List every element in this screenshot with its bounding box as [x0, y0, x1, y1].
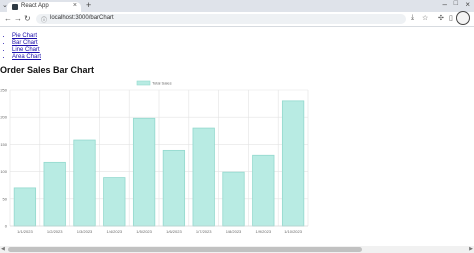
x-tick-label: 1/10/2023 [284, 229, 303, 234]
x-tick-label: 1/9/2023 [256, 229, 272, 234]
legend-label: Total Sales [152, 81, 172, 86]
x-tick-label: 1/7/2023 [196, 229, 212, 234]
x-tick-label: 1/4/2023 [107, 229, 123, 234]
download-icon[interactable]: ⤓ [411, 14, 414, 22]
bar [192, 127, 215, 227]
bar [103, 177, 126, 227]
y-tick-label: 0 [5, 224, 8, 229]
tab-title: React App [21, 3, 49, 9]
minimize-icon[interactable]: – [443, 0, 447, 9]
browser-toolbar: ← → ↻ ⓘ localhost:3000/barChart ⤓ ☆ ✣ ▯ [0, 11, 474, 27]
window-close-icon[interactable]: × [465, 0, 470, 9]
x-tick-label: 1/3/2023 [77, 229, 93, 234]
nav-link-area-chart[interactable]: Area Chart [12, 54, 41, 60]
y-tick-label: 150 [0, 142, 7, 147]
address-bar[interactable]: ⓘ localhost:3000/barChart [36, 14, 406, 24]
nav-link-pie-chart[interactable]: Pie Chart [12, 33, 37, 39]
sidebar-icon[interactable]: ▯ [449, 14, 453, 22]
nav-link-bar-chart[interactable]: Bar Chart [12, 40, 38, 46]
scroll-left-icon[interactable]: ◀ [1, 246, 5, 252]
y-tick-label: 200 [0, 115, 7, 120]
nav-item-pie-chart: Pie Chart [12, 33, 41, 40]
x-tick-label: 1/6/2023 [166, 229, 182, 234]
bar [162, 149, 186, 227]
horizontal-scrollbar[interactable]: ◀ ▶ [0, 246, 474, 253]
new-tab-button[interactable]: + [86, 0, 91, 10]
legend-swatch [136, 80, 151, 86]
y-tick-label: 50 [3, 196, 8, 201]
nav-item-bar-chart: Bar Chart [12, 40, 41, 47]
bar [252, 154, 275, 227]
x-tick-label: 1/2/2023 [47, 229, 63, 234]
bar [281, 100, 305, 227]
favicon-icon [12, 4, 18, 10]
bar-chart: 0 50 100 150 200 250 1/1/2023 1/2/2023 1/3/2023 1… [0, 80, 309, 234]
y-tick-label: 250 [0, 88, 7, 93]
bookmark-star-icon[interactable]: ☆ [422, 14, 428, 22]
chart-nav-list: Pie Chart Bar Chart Line Chart Area Char… [4, 33, 41, 61]
browser-tab-bar: ⌄ React App × + – □ × [0, 0, 474, 12]
bar [43, 161, 66, 227]
nav-item-area-chart: Area Chart [12, 54, 41, 61]
page-content: Pie Chart Bar Chart Line Chart Area Char… [0, 27, 474, 247]
x-tick-label: 1/1/2023 [17, 229, 33, 234]
y-tick-label: 100 [0, 169, 7, 174]
tab-close-icon[interactable]: × [73, 2, 77, 9]
nav-item-line-chart: Line Chart [12, 47, 41, 54]
scroll-right-icon[interactable]: ▶ [469, 246, 473, 252]
bar [73, 139, 96, 227]
site-info-icon[interactable]: ⓘ [41, 15, 47, 24]
bar [222, 171, 245, 227]
chart-legend: Total Sales [136, 80, 172, 86]
back-icon[interactable]: ← [4, 14, 12, 23]
maximize-icon[interactable]: □ [454, 0, 458, 7]
extensions-icon[interactable]: ✣ [438, 14, 444, 22]
page-title: Order Sales Bar Chart [0, 65, 95, 75]
url-text[interactable]: localhost:3000/barChart [50, 15, 114, 21]
forward-icon[interactable]: → [14, 14, 22, 23]
reload-icon[interactable]: ↻ [24, 14, 31, 23]
x-tick-label: 1/8/2023 [226, 229, 242, 234]
profile-avatar[interactable] [456, 11, 470, 25]
bar [13, 187, 37, 227]
browser-tab[interactable]: React App × [7, 2, 81, 12]
nav-link-line-chart[interactable]: Line Chart [12, 47, 40, 53]
scrollbar-thumb[interactable] [8, 247, 362, 252]
x-tick-label: 1/5/2023 [136, 229, 152, 234]
bar [132, 117, 156, 227]
